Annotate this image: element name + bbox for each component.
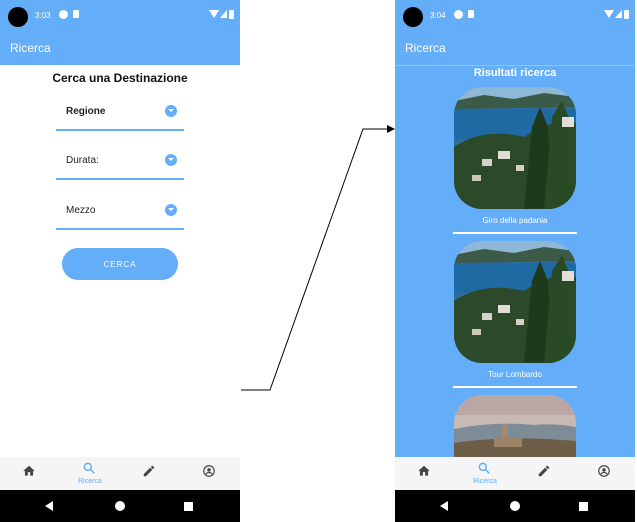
regione-dropdown[interactable]: Regione: [56, 99, 184, 131]
nav-edit[interactable]: [120, 457, 180, 490]
system-home-icon[interactable]: [115, 501, 125, 511]
search-icon: [478, 462, 490, 474]
camera-cutout: [8, 7, 28, 27]
data-saver-icon: [59, 10, 68, 19]
back-icon[interactable]: [45, 501, 53, 511]
recents-icon[interactable]: [579, 502, 588, 511]
dropdown-icon[interactable]: [165, 105, 177, 117]
wifi-icon: [209, 10, 219, 18]
app-bar: Ricerca: [0, 30, 240, 65]
cerca-button[interactable]: CERCA: [62, 248, 178, 280]
lake-landscape-image: [454, 87, 576, 209]
edit-pencil-icon: [143, 465, 155, 477]
system-navigation-bar: [0, 490, 240, 522]
bottom-navigation: Ricerca: [395, 457, 635, 490]
camera-cutout: [403, 7, 423, 27]
signal-icon: [220, 10, 227, 18]
result-divider: [453, 232, 577, 234]
battery-icon: [229, 10, 234, 19]
system-home-icon[interactable]: [510, 501, 520, 511]
mezzo-label: Mezzo: [66, 205, 96, 216]
recents-icon[interactable]: [184, 502, 193, 511]
app-bar: Ricerca: [395, 30, 635, 66]
back-icon[interactable]: [440, 501, 448, 511]
system-navigation-bar: [395, 490, 635, 522]
results-title: Risultati ricerca: [473, 67, 557, 79]
durata-label: Durata:: [66, 155, 99, 166]
sd-card-icon: [73, 10, 79, 18]
search-screen: 3:03 Ricerca Cerca una Destinazione Regi…: [0, 0, 240, 522]
mezzo-dropdown[interactable]: Mezzo: [56, 198, 184, 230]
nav-account[interactable]: [575, 457, 635, 490]
form-title: Cerca una Destinazione: [52, 71, 188, 85]
account-circle-icon: [598, 465, 610, 477]
nav-ricerca[interactable]: Ricerca: [455, 457, 515, 490]
wifi-icon: [604, 10, 614, 18]
status-bar: 3:03: [0, 0, 240, 30]
signal-icon: [615, 10, 622, 18]
home-icon: [418, 465, 430, 476]
bottom-navigation: Ricerca: [0, 457, 240, 490]
app-title: Ricerca: [10, 41, 51, 55]
result-divider: [453, 386, 577, 388]
nav-ricerca[interactable]: Ricerca: [60, 457, 120, 490]
flow-arrow-line: [241, 128, 389, 391]
dropdown-icon[interactable]: [165, 154, 177, 166]
result-image[interactable]: [454, 241, 576, 363]
lake-landscape-image: [454, 241, 576, 363]
nav-home[interactable]: [395, 457, 455, 490]
result-title: Tour Lombardo: [488, 370, 542, 379]
account-circle-icon: [203, 465, 215, 477]
regione-label: Regione: [66, 106, 106, 117]
home-icon: [23, 465, 35, 476]
result-image[interactable]: [454, 87, 576, 209]
nav-home[interactable]: [0, 457, 60, 490]
nav-edit[interactable]: [515, 457, 575, 490]
nav-ricerca-label: Ricerca: [78, 478, 102, 485]
results-screen: 3:04 Ricerca Risultati ricerca Giro dell…: [395, 0, 635, 522]
data-saver-icon: [454, 10, 463, 19]
sd-card-icon: [468, 10, 474, 18]
nav-ricerca-label: Ricerca: [473, 478, 497, 485]
status-time: 3:04: [430, 11, 446, 20]
status-bar: 3:04: [395, 0, 635, 30]
edit-pencil-icon: [538, 465, 550, 477]
status-time: 3:03: [35, 11, 51, 20]
nav-account[interactable]: [180, 457, 240, 490]
app-title: Ricerca: [405, 41, 446, 55]
search-icon: [83, 462, 95, 474]
battery-icon: [624, 10, 629, 19]
flow-arrow-head: [387, 125, 395, 133]
result-title: Giro della padania: [482, 216, 548, 225]
durata-dropdown[interactable]: Durata:: [56, 148, 184, 180]
dropdown-icon[interactable]: [165, 204, 177, 216]
